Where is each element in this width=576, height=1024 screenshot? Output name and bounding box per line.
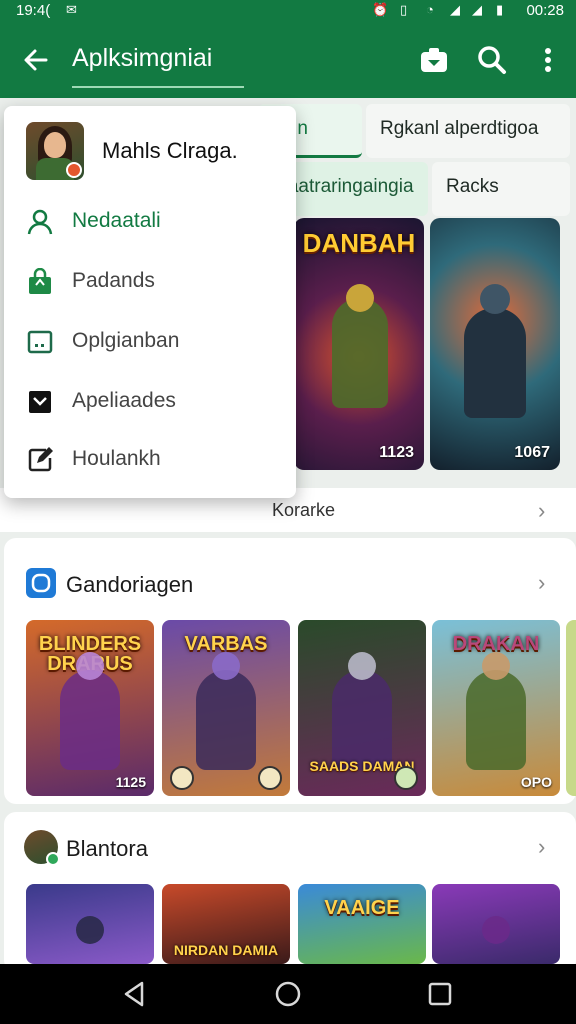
chevron-right-icon[interactable]: ›: [538, 498, 545, 524]
drawer-item-label: Houlankh: [72, 447, 161, 470]
shopping-bag-icon: [26, 267, 54, 296]
drawer-item-label: Padands: [72, 269, 155, 292]
section-title: Gandoriagen: [66, 572, 194, 597]
hero-head: [76, 916, 104, 944]
battery-icon: ▮: [496, 2, 504, 17]
hero-figure: [466, 670, 526, 770]
game-title: VARBAS: [184, 633, 268, 655]
featured-game-card[interactable]: DANBAH 1123: [294, 218, 424, 470]
section-avatar: [24, 830, 60, 866]
game-card[interactable]: NIRDAN DAMIA: [162, 884, 290, 964]
game-card[interactable]: [26, 884, 154, 964]
drawer-item-houlankh[interactable]: Houlankh: [4, 432, 296, 488]
tab-racks[interactable]: Racks: [432, 162, 570, 216]
badge-icon: [170, 766, 194, 790]
hero-figure: [196, 670, 256, 770]
hero-head: [346, 284, 374, 312]
search-icon[interactable]: [474, 42, 510, 78]
app-title: Aplksimgniai: [72, 44, 213, 72]
section-title: Blantora: [66, 836, 148, 861]
game-card[interactable]: SAADS DAMAN: [298, 620, 426, 796]
title-underline: [72, 86, 244, 88]
game-title: DRAKAN: [452, 633, 540, 655]
game-subtitle: NIRDAN DAMIA: [173, 942, 279, 958]
chevron-right-icon[interactable]: ›: [538, 570, 545, 596]
badge-icon: [258, 766, 282, 790]
notification-icon: ✉: [66, 2, 77, 17]
hero-figure: [60, 670, 120, 770]
system-nav-bar: [0, 964, 576, 1024]
drawer-item-oplgianban[interactable]: Oplgianban: [4, 314, 296, 370]
game-badge: 1067: [514, 444, 550, 461]
drawer-item-label: Nedaatali: [72, 209, 161, 232]
featured-game-card[interactable]: 1067: [430, 218, 560, 470]
hero-head: [212, 652, 240, 680]
nav-back-icon[interactable]: [118, 978, 150, 1010]
game-badge: 1123: [379, 444, 414, 461]
avatar-face: [44, 132, 66, 158]
flame-badge-icon: [66, 162, 82, 178]
more-options-icon[interactable]: [530, 42, 566, 78]
avatar[interactable]: [26, 122, 84, 180]
game-card[interactable]: [432, 884, 560, 964]
game-number: 1125: [115, 774, 146, 790]
hero-figure: [464, 308, 526, 418]
hero-head: [482, 652, 510, 680]
game-card[interactable]: VARBAS: [162, 620, 290, 796]
navigation-drawer: Mahls Clraga. Nedaatali Padands Oplgianb…: [4, 106, 296, 498]
game-title-art: DANBAH: [302, 228, 416, 258]
hero-head: [482, 916, 510, 944]
hero-head: [348, 652, 376, 680]
chevron-right-icon[interactable]: ›: [538, 834, 545, 860]
drawer-item-label: Apeliaades: [72, 389, 176, 412]
game-card-peek: [566, 620, 576, 796]
back-arrow-icon[interactable]: [18, 42, 54, 78]
game-title: VAAIGE: [324, 897, 400, 919]
tab-label: Racks: [446, 176, 499, 197]
hero-head: [480, 284, 510, 314]
alarm-icon: ⏰: [372, 2, 389, 17]
status-time: 19:4(: [16, 2, 51, 19]
nav-recents-icon[interactable]: [424, 978, 456, 1010]
camera-icon[interactable]: [416, 42, 452, 78]
hero-figure: [332, 298, 388, 408]
user-name: Mahls Clraga.: [102, 138, 238, 163]
game-card[interactable]: VAAIGE: [298, 884, 426, 964]
korarke-label: Korarke: [272, 500, 336, 520]
card-icon: [26, 328, 54, 356]
inbox-icon: [26, 388, 54, 416]
wifi-icon: ◔: [426, 2, 434, 17]
hero-figure: [332, 670, 392, 770]
status-bar: 19:4( ✉ ⏰ ▯ ◔ ◢ ◢ ▮ 00:28: [0, 0, 576, 22]
hero-head: [76, 652, 104, 680]
app-bar: Aplksimgniai: [0, 22, 576, 98]
vibrate-icon: ▯: [400, 2, 408, 17]
status-dot: [46, 852, 60, 866]
edit-icon: [26, 446, 54, 474]
status-clock: 00:28: [526, 2, 564, 19]
person-icon: [26, 208, 54, 236]
badge-icon: [394, 766, 418, 790]
drawer-item-label: Oplgianban: [72, 329, 180, 352]
game-card[interactable]: DRAKAN OPO: [432, 620, 560, 796]
game-number: OPO: [520, 774, 552, 790]
tab-rgkanl[interactable]: Rgkanl alperdtigoa: [366, 104, 570, 158]
drawer-item-padands[interactable]: Padands: [4, 254, 296, 310]
game-card[interactable]: BLINDERS DRARUS 1125: [26, 620, 154, 796]
section-icon: [26, 568, 56, 598]
signal-icon: ◢: [450, 2, 460, 17]
nav-home-icon[interactable]: [272, 978, 304, 1010]
signal-icon-2: ◢: [472, 2, 482, 17]
drawer-item-apeliaades[interactable]: Apeliaades: [4, 374, 296, 430]
tab-label: Rgkanl alperdtigoa: [380, 118, 539, 139]
drawer-item-nedaatali[interactable]: Nedaatali: [4, 194, 296, 250]
